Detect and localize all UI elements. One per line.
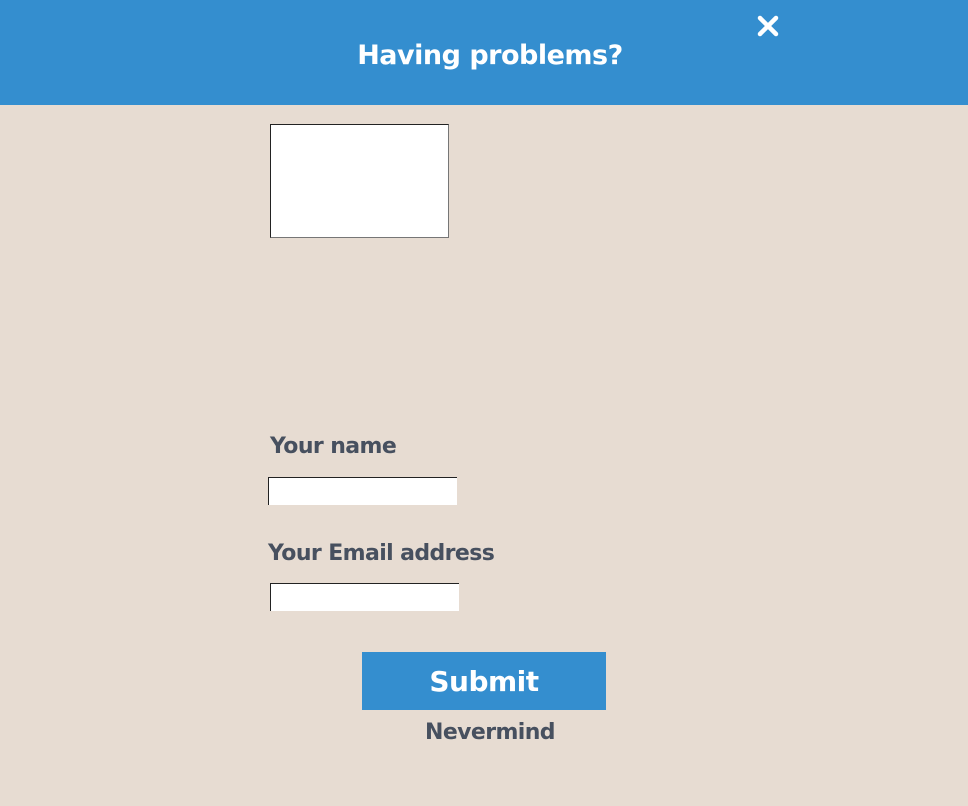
email-label: Your Email address (268, 541, 495, 566)
name-label: Your name (270, 434, 397, 459)
name-input[interactable] (268, 477, 457, 505)
problem-description-textarea[interactable] (270, 124, 449, 238)
close-icon (757, 15, 779, 37)
submit-button[interactable]: Submit (362, 652, 606, 710)
close-button[interactable] (754, 12, 782, 40)
modal-title: Having problems? (357, 40, 623, 71)
nevermind-link[interactable]: Nevermind (362, 718, 618, 748)
modal-header: Having problems? (0, 0, 968, 105)
email-input[interactable] (270, 583, 459, 611)
